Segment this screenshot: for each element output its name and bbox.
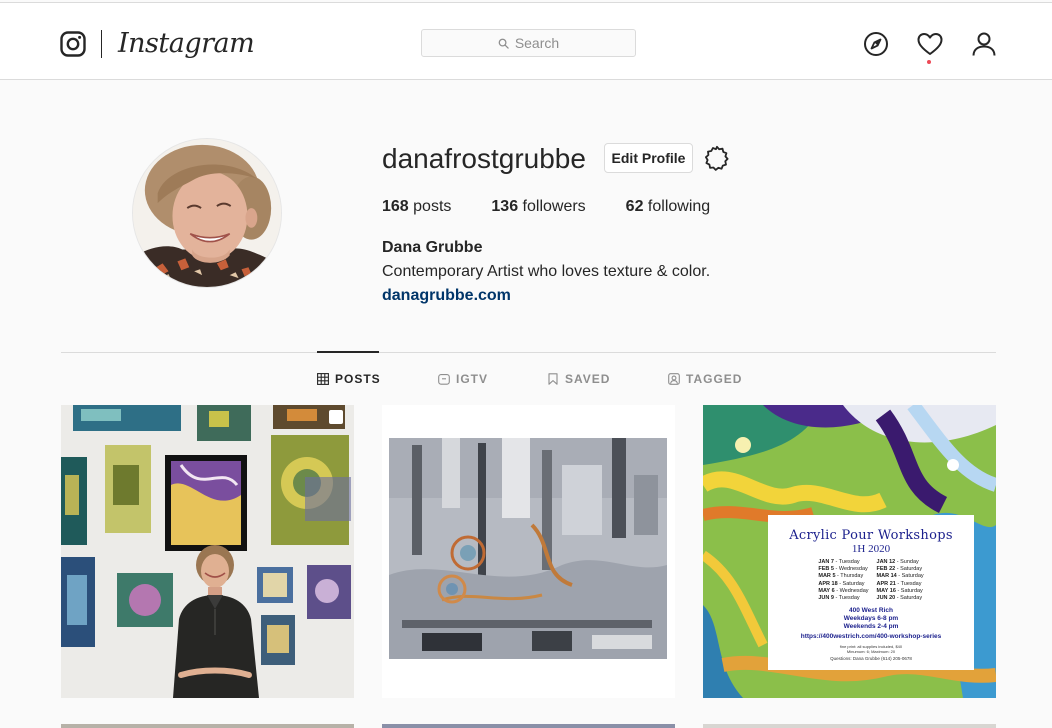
profile-bio: Contemporary Artist who loves texture & … — [382, 263, 711, 280]
post-thumbnail-5[interactable] — [382, 724, 675, 728]
tab-igtv[interactable]: IGTV — [438, 369, 488, 389]
explore-button[interactable] — [863, 31, 889, 57]
flyer-subtitle: 1H 2020 — [851, 543, 891, 555]
profile-stats: 168 posts 136 followers 62 following — [382, 197, 750, 217]
instagram-glyph-icon — [60, 31, 86, 57]
posts-label: posts — [408, 198, 452, 215]
activity-button[interactable] — [917, 31, 943, 57]
tab-saved-label: SAVED — [565, 372, 611, 386]
tagged-person-icon — [668, 373, 680, 385]
profile-avatar[interactable] — [132, 138, 282, 288]
followers-link[interactable]: 136 followers — [491, 197, 585, 217]
edit-profile-button[interactable]: Edit Profile — [604, 143, 693, 173]
post-thumbnail-1[interactable] — [61, 405, 354, 698]
tab-posts-label: POSTS — [335, 372, 381, 386]
profile-website-link[interactable]: danagrubbe.com — [382, 286, 511, 306]
brand-separator — [101, 30, 102, 58]
flyer-date-row: MAR 5 - Thursday — [818, 573, 864, 580]
tab-igtv-label: IGTV — [456, 372, 489, 386]
search-icon — [498, 38, 509, 49]
profile-person-icon — [972, 32, 996, 56]
tab-tagged[interactable]: TAGGED — [668, 369, 742, 389]
flyer-date-row: APR 21 - Tuesday — [876, 580, 922, 587]
active-tab-indicator — [317, 351, 379, 353]
tv-icon — [438, 374, 450, 385]
flyer-date-row: JUN 9 - Tuesday — [818, 595, 860, 602]
post-thumbnail-6[interactable] — [703, 724, 996, 728]
flyer-title: Acrylic Pour Workshops — [789, 528, 953, 543]
notification-dot — [927, 60, 931, 64]
posts-count-stat: 168 posts — [382, 197, 451, 217]
profile-full-name: Dana Grubbe — [382, 239, 483, 256]
top-navigation-bar: Instagram Search — [0, 2, 1052, 80]
instagram-home-link[interactable]: Instagram — [60, 28, 255, 59]
flyer-date-row: FEB 5 - Wednesday — [818, 566, 868, 573]
workshop-flyer: Acrylic Pour Workshops 1H 2020 JAN 7 - T… — [768, 515, 974, 670]
flyer-date-row: MAY 16 - Saturday — [876, 587, 923, 594]
activity-heart-icon — [917, 33, 943, 55]
post-photo-abstract-painting — [382, 405, 675, 698]
flyer-date-row: MAY 6 - Wednesday — [818, 587, 869, 594]
gear-icon — [705, 145, 729, 171]
post-thumbnail-4[interactable] — [61, 724, 354, 728]
profile-nav-button[interactable] — [971, 31, 997, 57]
grid-icon — [317, 373, 329, 385]
post-thumbnail-2[interactable] — [382, 405, 675, 698]
tabs-divider — [61, 352, 996, 353]
search-input[interactable]: Search — [421, 29, 636, 57]
post-thumbnail-3[interactable]: Acrylic Pour Workshops 1H 2020 JAN 7 - T… — [703, 405, 996, 698]
following-count: 62 — [625, 198, 644, 215]
explore-compass-icon — [864, 32, 888, 56]
flyer-date-row: JAN 12 - Sunday — [876, 559, 919, 565]
followers-count: 136 — [491, 198, 519, 215]
settings-button[interactable] — [704, 145, 730, 171]
flyer-fine-print: fine print: all supplies included, $40 M… — [839, 644, 903, 655]
flyer-dates-right: JAN 12 - Sunday FEB 22 - Saturday MAR 14… — [877, 559, 924, 602]
tab-saved[interactable]: SAVED — [547, 369, 610, 389]
tab-posts[interactable]: POSTS — [317, 369, 381, 389]
flyer-questions: Questions: Dana Grubbe (614) 205-0678 — [830, 656, 912, 662]
following-link[interactable]: 62 following — [626, 197, 711, 217]
posts-count: 168 — [382, 198, 409, 215]
following-label: following — [643, 198, 711, 215]
flyer-date-row: FEB 22 - Saturday — [876, 566, 923, 573]
instagram-wordmark: Instagram — [118, 28, 255, 59]
flyer-place: 400 West Rich Weekdays 6-8 pm Weekends 2… — [843, 607, 899, 631]
avatar-photo — [133, 139, 281, 287]
tab-tagged-label: TAGGED — [686, 372, 743, 386]
flyer-date-row: JAN 7 - Tuesday — [818, 559, 860, 565]
post-photo-artist-gallery — [61, 405, 354, 698]
bookmark-icon — [548, 373, 558, 385]
profile-username: danafrostgrubbe — [382, 143, 586, 174]
followers-label: followers — [518, 198, 586, 215]
flyer-date-row: MAR 14 - Saturday — [876, 573, 924, 580]
flyer-dates: JAN 7 - Tuesday FEB 5 - Wednesday MAR 5 … — [768, 559, 974, 602]
search-placeholder: Search — [514, 35, 560, 51]
flyer-date-row: JUN 20 - Saturday — [876, 595, 923, 602]
flyer-url: https://400westrich.com/400-workshop-ser… — [800, 633, 942, 641]
flyer-date-row: APR 18 - Saturday — [818, 580, 865, 587]
flyer-dates-left: JAN 7 - Tuesday FEB 5 - Wednesday MAR 5 … — [818, 559, 868, 602]
